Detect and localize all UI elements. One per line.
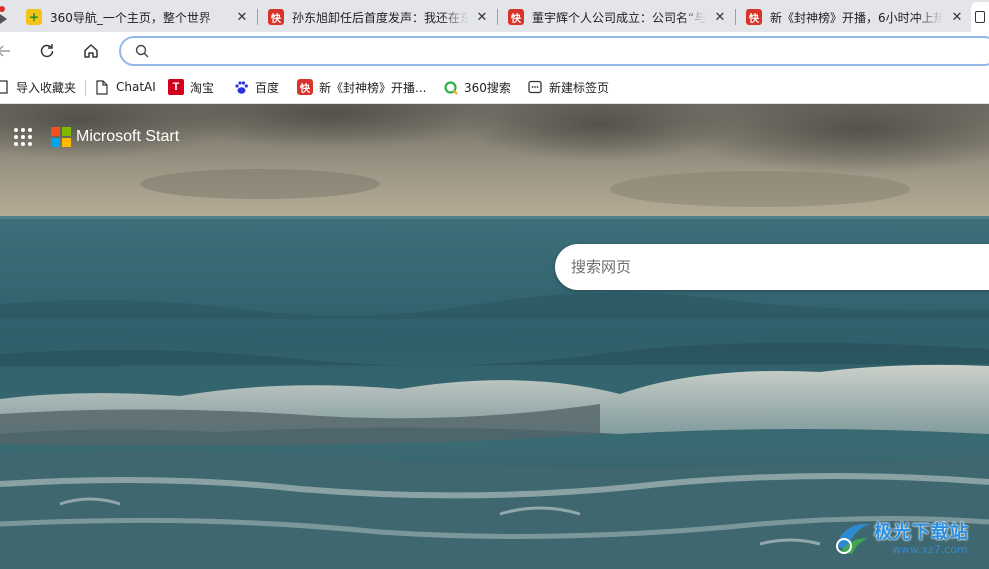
bookmarks-bar: 导入收藏夹 ChatAI T 淘宝 百度 快 新《封神榜》开播... 360搜索… <box>0 70 989 104</box>
tab-icon <box>975 11 985 23</box>
tab-news-3[interactable]: 快 新《封神榜》开播，6小时冲上热搜 ✕ <box>736 2 973 32</box>
tab-title: 新《封神榜》开播，6小时冲上热搜 <box>770 10 943 25</box>
active-tab-edge[interactable] <box>971 2 989 32</box>
bookmark-label: 新《封神榜》开播... <box>319 80 427 95</box>
bookmark-label: ChatAI <box>116 80 156 94</box>
microsoft-start-brand[interactable]: Microsoft Start <box>51 127 179 147</box>
toolbar <box>0 32 989 70</box>
kuai-news-icon: 快 <box>746 9 762 25</box>
new-tab-page: Microsoft Start 极光下载站 www.xz7.com <box>0 104 989 569</box>
bookmark-new-tab[interactable]: 新建标签页 <box>527 77 609 97</box>
search-icon <box>135 44 149 58</box>
close-icon[interactable]: ✕ <box>474 9 490 25</box>
bookmark-label: 导入收藏夹 <box>16 80 77 95</box>
tab-title: 孙东旭卸任后首度发声：我还在东方甄选 <box>292 10 468 25</box>
bookmark-label: 360搜索 <box>464 80 511 95</box>
taobao-icon: T <box>168 79 184 95</box>
tab-news-2[interactable]: 快 董宇辉个人公司成立：公司名“与辉同行” ✕ <box>498 2 736 32</box>
bookmark-baidu[interactable]: 百度 <box>233 77 279 97</box>
tab-title: 360导航_一个主页，整个世界 <box>50 10 211 25</box>
bookmark-chatai[interactable]: ChatAI <box>94 77 156 97</box>
site-watermark: 极光下载站 www.xz7.com <box>830 514 989 564</box>
home-icon <box>84 44 98 58</box>
bookmark-taobao[interactable]: T 淘宝 <box>168 77 214 97</box>
reload-icon <box>40 44 54 58</box>
360-search-icon <box>442 79 458 95</box>
watermark-url: www.xz7.com <box>892 543 968 556</box>
tab-strip: + 360导航_一个主页，整个世界 ✕ 快 孙东旭卸任后首度发声：我还在东方甄选… <box>0 0 989 32</box>
bookmark-fengshenbang[interactable]: 快 新《封神榜》开播... <box>297 77 426 97</box>
watermark-text: 极光下载站 <box>874 522 969 543</box>
import-favorites-icon <box>0 79 10 95</box>
microsoft-logo-icon <box>51 127 71 147</box>
kuai-news-icon: 快 <box>508 9 524 25</box>
close-icon[interactable]: ✕ <box>234 9 250 25</box>
tab-title: 董宇辉个人公司成立：公司名“与辉同行” <box>532 10 706 25</box>
kuai-news-icon: 快 <box>297 79 313 95</box>
tab-news-1[interactable]: 快 孙东旭卸任后首度发声：我还在东方甄选 ✕ <box>258 2 498 32</box>
app-launcher-icon[interactable] <box>12 126 34 148</box>
home-button[interactable] <box>77 37 105 65</box>
bookmark-label: 新建标签页 <box>549 80 610 95</box>
web-search-box[interactable] <box>555 244 989 290</box>
new-tab-icon <box>527 79 543 95</box>
bookmark-label: 淘宝 <box>190 80 215 95</box>
tab-360-nav[interactable]: + 360导航_一个主页，整个世界 ✕ <box>16 2 258 32</box>
bookmarks-divider <box>85 80 86 96</box>
reload-button[interactable] <box>33 37 61 65</box>
web-search-input[interactable] <box>571 258 971 276</box>
kuai-news-icon: 快 <box>268 9 284 25</box>
ocean-background-image <box>0 104 989 569</box>
back-button[interactable] <box>0 37 18 65</box>
close-icon[interactable]: ✕ <box>949 9 965 25</box>
address-input[interactable] <box>157 43 857 59</box>
address-bar[interactable] <box>119 36 989 66</box>
aurora-logo-icon <box>836 523 870 554</box>
profile-icon[interactable] <box>0 5 10 27</box>
360-nav-icon: + <box>26 9 42 25</box>
close-icon[interactable]: ✕ <box>712 9 728 25</box>
back-arrow-icon <box>0 45 10 57</box>
page-icon <box>94 79 110 95</box>
bookmark-label: 百度 <box>255 80 280 95</box>
bookmark-360-search[interactable]: 360搜索 <box>442 77 511 97</box>
baidu-paw-icon <box>233 79 249 95</box>
bookmark-import-favorites[interactable]: 导入收藏夹 <box>0 77 76 97</box>
brand-name: Microsoft Start <box>76 128 180 145</box>
